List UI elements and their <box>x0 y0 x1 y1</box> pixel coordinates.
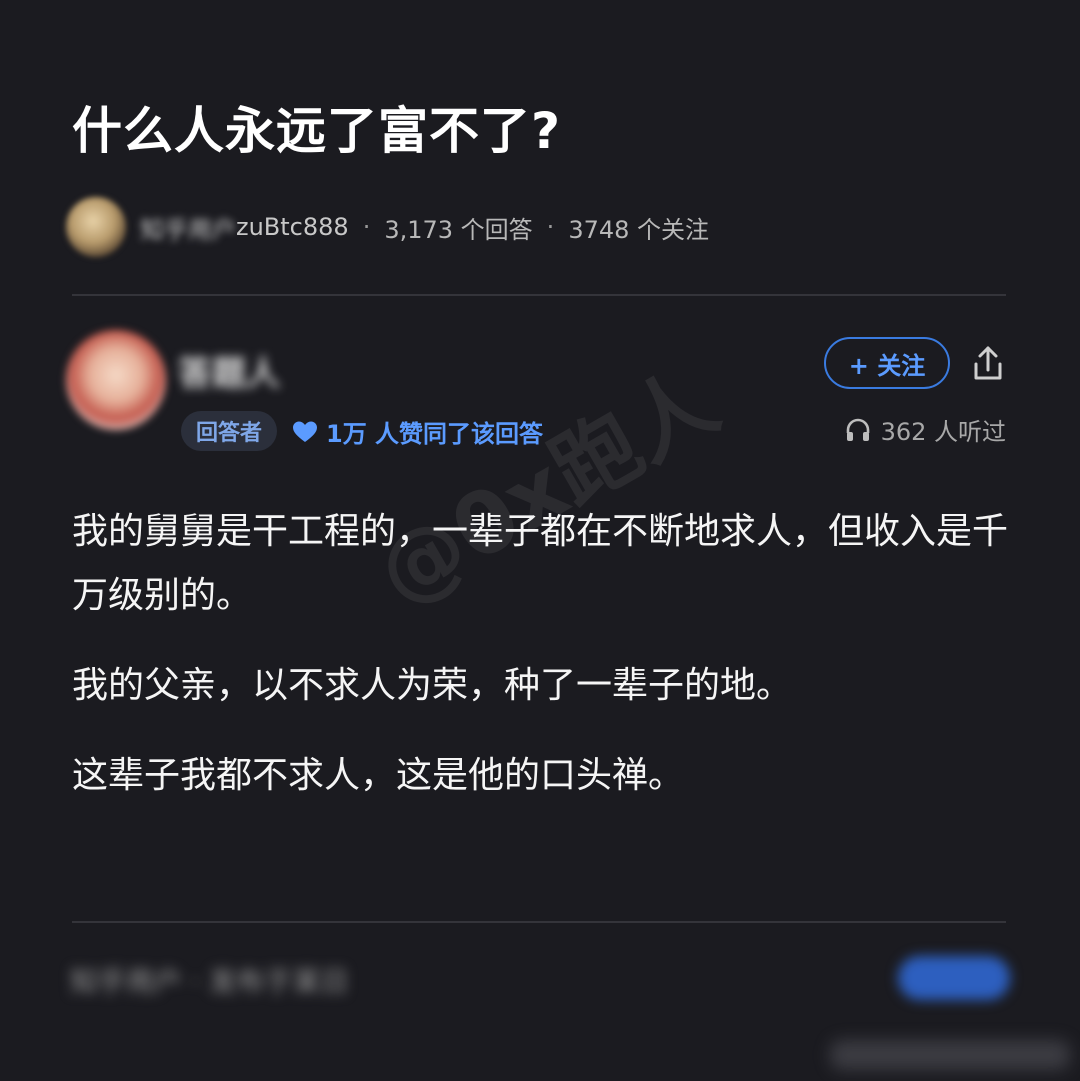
asker-name-blurred[interactable]: 知乎用户 <box>140 210 236 245</box>
answer-paragraph: 我的舅舅是干工程的，一辈子都在不断地求人，但收入是千万级别的。 <box>72 511 1009 616</box>
author-name-blurred[interactable]: 答题人 <box>178 346 280 395</box>
footer-action-button-blurred[interactable] <box>898 956 1010 1000</box>
answer-paragraph: 我的父亲，以不求人为荣，种了一辈子的地。 <box>72 665 793 706</box>
asker-id[interactable]: zuBtc888 <box>236 213 349 241</box>
listens-summary: 362 人听过 <box>845 412 1006 447</box>
followers-count: 3748 个关注 <box>568 215 710 244</box>
meta-separator: · <box>362 213 371 241</box>
divider <box>72 921 1006 923</box>
asker-avatar[interactable] <box>66 197 126 257</box>
headphones-icon <box>846 418 869 441</box>
answer-content: 我的舅舅是干工程的，一辈子都在不断地求人，但收入是千万级别的。 我的父亲，以不求… <box>72 500 1012 834</box>
answers-count[interactable]: 3,173 个回答 <box>384 210 532 245</box>
follow-button[interactable]: + 关注 <box>824 337 950 389</box>
footer-info-blurred: 知乎用户 · 发布于某日 <box>70 965 349 998</box>
role-badge: 回答者 <box>181 411 277 451</box>
meta-separator: · <box>546 213 555 241</box>
question-meta: 知乎用户 zuBtc888 · 3,173 个回答 · 3748 个关注 <box>66 196 709 258</box>
author-avatar[interactable] <box>66 330 166 430</box>
answer-paragraph: 这辈子我都不求人，这是他的口头禅。 <box>72 755 685 796</box>
listens-text: 362 人听过 <box>880 418 1006 446</box>
corner-watermark-blurred <box>830 1040 1070 1070</box>
answer-page: 什么人永远了富不了? 知乎用户 zuBtc888 · 3,173 个回答 · 3… <box>0 0 1080 1081</box>
divider <box>72 294 1006 296</box>
question-title[interactable]: 什么人永远了富不了? <box>72 96 561 166</box>
likes-summary: 1万 人赞同了该回答 <box>292 414 543 449</box>
heart-icon <box>293 421 317 442</box>
share-icon[interactable] <box>970 344 1006 384</box>
likes-text: 1万 人赞同了该回答 <box>326 420 544 448</box>
